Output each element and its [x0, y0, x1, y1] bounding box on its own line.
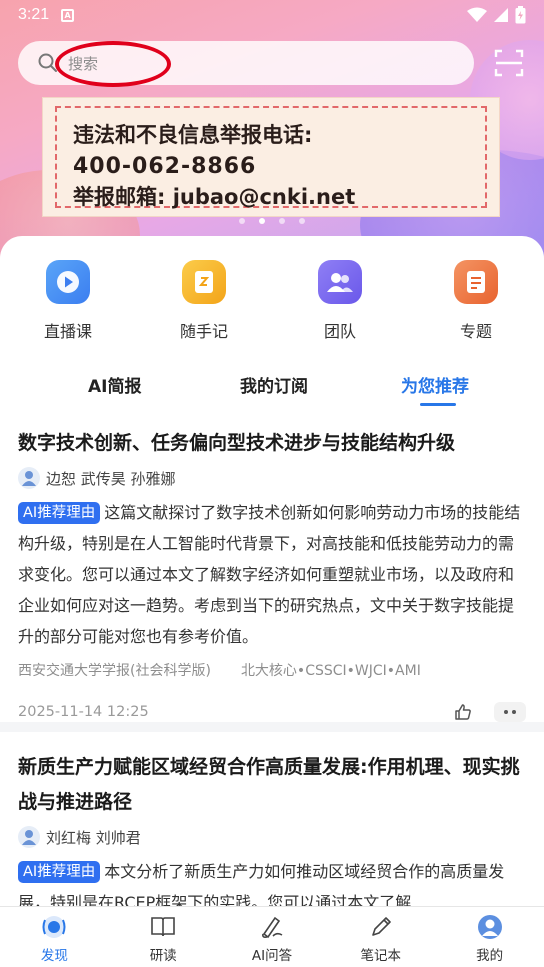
content-card: 直播课 随手记 团队 专题 AI简报 我的订阅 为您推荐 数字技术创新、任务偏向 — [0, 236, 544, 916]
play-icon — [46, 260, 90, 304]
more-options-icon[interactable] — [494, 702, 526, 722]
carousel-dot — [299, 218, 305, 224]
ai-pen-icon — [262, 916, 283, 939]
nav-label: 笔记本 — [360, 948, 402, 964]
banner-email: 举报邮箱: jubao@cnki.net — [73, 185, 356, 209]
tab-ai-brief[interactable]: AI简报 — [88, 372, 141, 397]
nav-label: 研读 — [149, 948, 177, 964]
abstract-text: 这篇文献探讨了数字技术创新如何影响劳动力市场的技能结构升级，特别是在人工智能时代… — [18, 503, 521, 646]
article-card[interactable]: 数字技术创新、任务偏向型技术进步与技能结构升级 边恕 武传昊 孙雅娜 AI推荐理… — [18, 426, 526, 722]
team-icon — [318, 260, 362, 304]
status-bar: 3:21 A — [0, 0, 544, 30]
nav-profile[interactable]: 我的 — [435, 907, 544, 967]
feed-tabs: AI简报 我的订阅 为您推荐 — [0, 372, 544, 408]
book-icon — [151, 917, 175, 937]
carousel-dot — [259, 218, 265, 224]
scan-icon[interactable] — [492, 46, 526, 80]
quick-action-label: 直播课 — [43, 322, 92, 341]
author-names: 刘红梅 刘帅君 — [46, 828, 141, 847]
author-avatar-icon — [18, 826, 40, 848]
wifi-icon — [467, 7, 487, 22]
topic-icon — [454, 260, 498, 304]
nav-read[interactable]: 研读 — [109, 907, 218, 967]
quick-action-label: 专题 — [459, 322, 492, 341]
banner-phone-number: 400-062-8866 — [73, 154, 257, 179]
article-meta: 2025-11-14 12:25 — [18, 702, 526, 722]
article-abstract: AI推荐理由 这篇文献探讨了数字技术创新如何影响劳动力市场的技能结构升级，特别是在… — [18, 497, 526, 652]
nav-discover[interactable]: 发现 — [0, 907, 109, 967]
profile-icon — [477, 915, 502, 939]
pencil-icon — [371, 917, 391, 936]
nav-notebook[interactable]: 笔记本 — [326, 907, 435, 967]
ai-reason-badge: AI推荐理由 — [18, 861, 101, 883]
article-divider — [0, 722, 544, 732]
nav-label: AI问答 — [251, 948, 293, 964]
journal-indexes: 北大核心•CSSCI•WJCI•AMI — [240, 663, 421, 679]
quick-action-notes[interactable]: 随手记 — [136, 260, 272, 342]
article-source: 西安交通大学学报(社会科学版) 北大核心•CSSCI•WJCI•AMI — [18, 660, 526, 680]
quick-action-live[interactable]: 直播课 — [0, 260, 136, 342]
signal-icon — [494, 8, 508, 22]
article-date: 2025-11-14 12:25 — [18, 704, 149, 720]
thumbs-up-icon[interactable] — [454, 703, 472, 721]
note-icon — [182, 260, 226, 304]
quick-actions: 直播课 随手记 团队 专题 — [0, 260, 544, 342]
tab-subscriptions[interactable]: 我的订阅 — [240, 372, 308, 397]
article-authors: 边恕 武传昊 孙雅娜 — [18, 467, 526, 489]
nav-label: 发现 — [40, 948, 68, 964]
nav-ai-qa[interactable]: AI问答 — [218, 907, 327, 967]
carousel-dots — [0, 218, 544, 224]
article-card[interactable]: 新质生产力赋能区域经贸合作高质量发展:作用机理、现实挑战与推进路径 刘红梅 刘帅… — [18, 750, 526, 918]
quick-action-label: 团队 — [323, 322, 356, 341]
author-avatar-icon — [18, 467, 40, 489]
article-title[interactable]: 数字技术创新、任务偏向型技术进步与技能结构升级 — [18, 426, 526, 461]
quick-action-topic[interactable]: 专题 — [408, 260, 544, 342]
battery-icon — [515, 6, 526, 24]
highlight-ring — [55, 41, 171, 87]
author-names: 边恕 武传昊 孙雅娜 — [46, 469, 176, 488]
notification-icon: A — [61, 8, 75, 22]
article-authors: 刘红梅 刘帅君 — [18, 826, 526, 848]
carousel-dot — [279, 218, 285, 224]
tab-recommended[interactable]: 为您推荐 — [401, 372, 469, 397]
bottom-nav: 发现 研读 AI问答 笔记本 我的 — [0, 906, 544, 967]
discover-icon — [42, 916, 66, 938]
quick-action-team[interactable]: 团队 — [272, 260, 408, 342]
status-time: 3:21 — [18, 6, 50, 23]
carousel-dot — [239, 218, 245, 224]
banner-phone-label: 违法和不良信息举报电话: — [73, 123, 313, 147]
journal-name: 西安交通大学学报(社会科学版) — [18, 663, 211, 679]
report-banner[interactable]: 违法和不良信息举报电话: 400-062-8866 举报邮箱: jubao@cn… — [42, 97, 500, 217]
nav-label: 我的 — [476, 948, 504, 964]
article-title[interactable]: 新质生产力赋能区域经贸合作高质量发展:作用机理、现实挑战与推进路径 — [18, 750, 526, 820]
quick-action-label: 随手记 — [179, 322, 228, 341]
ai-reason-badge: AI推荐理由 — [18, 502, 101, 524]
tab-active-indicator — [420, 403, 456, 406]
